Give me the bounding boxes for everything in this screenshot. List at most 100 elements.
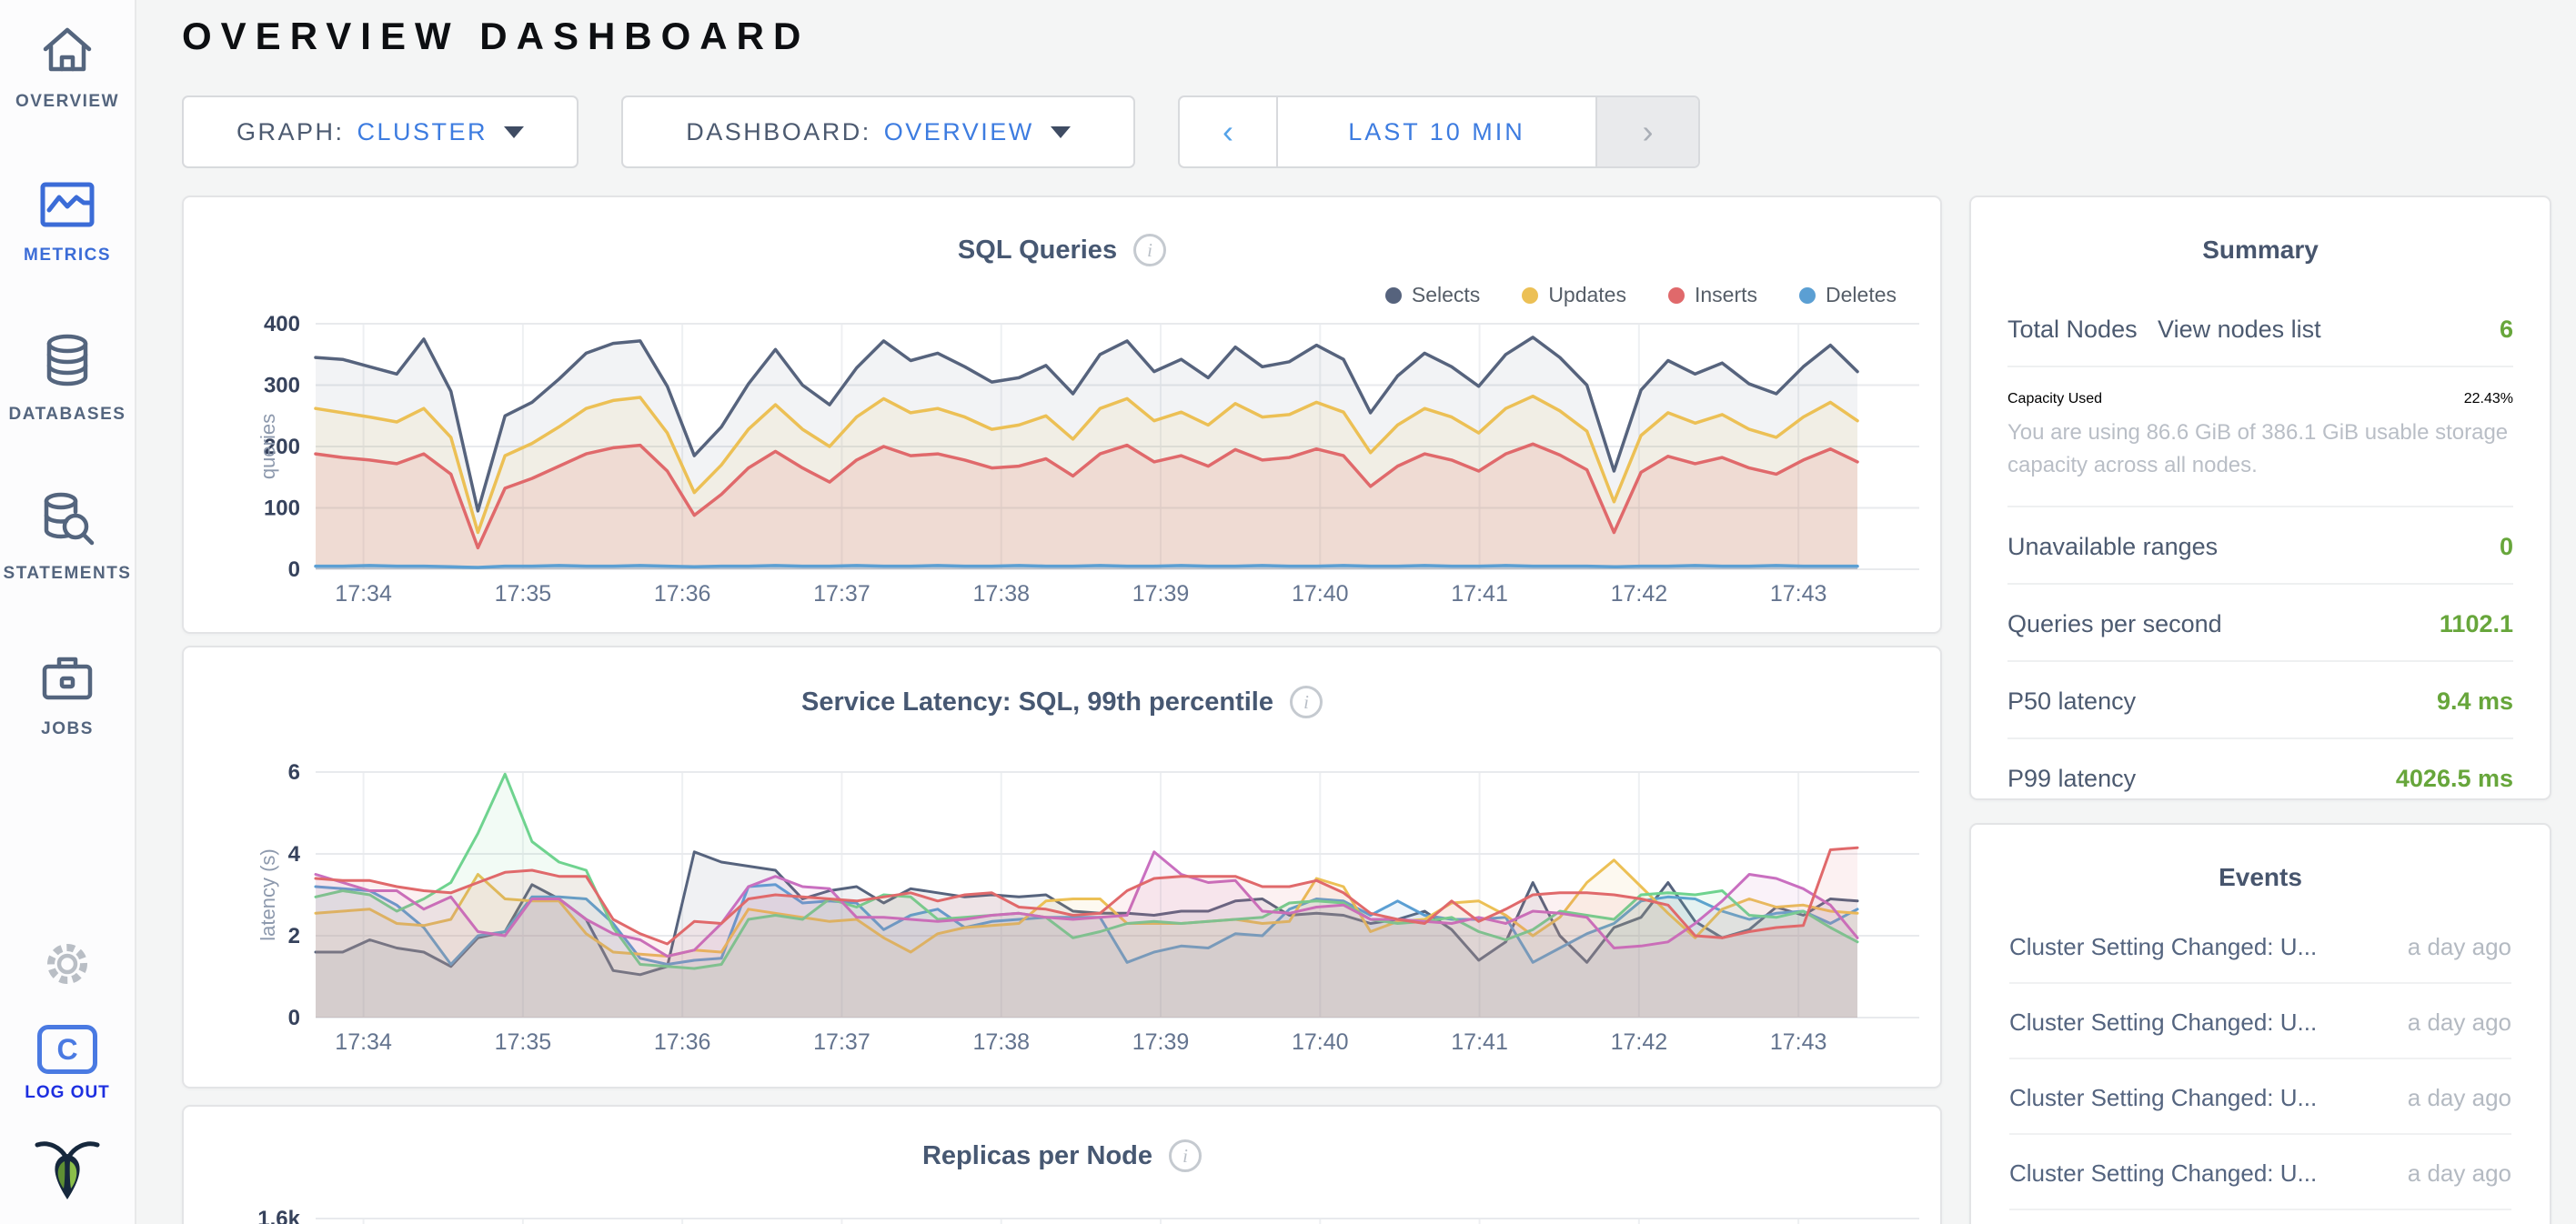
cockroach-logo-icon: [32, 1136, 103, 1208]
service-latency-chart[interactable]: 17:3417:3517:3617:3717:3817:3917:4017:41…: [184, 647, 1944, 1090]
graph-dropdown[interactable]: GRAPH: CLUSTER: [182, 95, 579, 168]
summary-row-total-nodes: Total Nodes View nodes list 6: [2007, 290, 2513, 367]
event-row: Cluster Setting Changed: U... a day ago: [2009, 984, 2511, 1059]
svg-text:17:42: 17:42: [1611, 1029, 1668, 1055]
event-time: a day ago: [2408, 1008, 2511, 1037]
summary-row-p99: P99 latency 4026.5 ms: [2007, 739, 2513, 815]
p99-latency-label: P99 latency: [2007, 765, 2136, 793]
summary-row-p50: P50 latency 9.4 ms: [2007, 662, 2513, 739]
svg-text:2: 2: [288, 924, 300, 948]
sidebar-item-label: JOBS: [41, 719, 94, 739]
svg-text:17:34: 17:34: [335, 1029, 392, 1055]
summary-panel: Summary Total Nodes View nodes list 6 Ca…: [1969, 196, 2551, 800]
time-range-next-button[interactable]: ›: [1595, 97, 1698, 166]
svg-text:17:38: 17:38: [972, 1029, 1030, 1055]
dashboard-dropdown-value: OVERVIEW: [884, 118, 1034, 146]
svg-text:17:34: 17:34: [335, 581, 392, 607]
svg-text:400: 400: [264, 312, 300, 336]
total-nodes-value: 6: [2500, 316, 2513, 344]
summary-row-capacity: Capacity Used 22.43% You are using 86.6 …: [2007, 367, 2513, 507]
summary-row-qps: Queries per second 1102.1: [2007, 585, 2513, 662]
qps-value: 1102.1: [2440, 610, 2513, 638]
replicas-per-node-card: Replicas per Node i 1.6k: [182, 1105, 1942, 1224]
sidebar: OVERVIEW METRICS DATABASES: [0, 0, 136, 1224]
svg-text:17:35: 17:35: [495, 581, 552, 607]
sidebar-item-label: DATABASES: [9, 405, 126, 425]
svg-text:17:43: 17:43: [1770, 1029, 1827, 1055]
metrics-icon: [38, 179, 96, 235]
dashboard-dropdown-label: DASHBOARD:: [686, 118, 871, 146]
svg-text:17:39: 17:39: [1132, 581, 1190, 607]
svg-text:17:38: 17:38: [972, 581, 1030, 607]
svg-text:17:37: 17:37: [813, 581, 870, 607]
logout-label: LOG OUT: [25, 1083, 110, 1103]
chevron-right-icon: ›: [1643, 113, 1654, 151]
sidebar-item-label: OVERVIEW: [15, 92, 119, 112]
svg-text:17:41: 17:41: [1451, 581, 1508, 607]
event-row: Cluster Setting Changed: U... a day ago: [2009, 1210, 2511, 1224]
view-nodes-list-link[interactable]: View nodes list: [2158, 316, 2321, 343]
svg-text:latency (s): latency (s): [257, 848, 279, 940]
event-time: a day ago: [2408, 1159, 2511, 1188]
unavailable-ranges-value: 0: [2500, 533, 2513, 561]
svg-text:17:36: 17:36: [654, 1029, 711, 1055]
unavailable-ranges-label: Unavailable ranges: [2007, 533, 2218, 561]
svg-text:17:41: 17:41: [1451, 1029, 1508, 1055]
svg-text:17:40: 17:40: [1292, 581, 1349, 607]
sidebar-item-label: STATEMENTS: [4, 564, 132, 584]
event-text[interactable]: Cluster Setting Changed: U...: [2009, 1084, 2317, 1112]
logout-button[interactable]: C LOG OUT: [25, 1025, 110, 1103]
svg-text:300: 300: [264, 374, 300, 398]
time-range-label[interactable]: LAST 10 MIN: [1278, 97, 1595, 166]
sidebar-item-overview[interactable]: OVERVIEW: [15, 22, 119, 112]
sidebar-item-jobs[interactable]: JOBS: [38, 651, 96, 739]
svg-text:17:37: 17:37: [813, 1029, 870, 1055]
sql-queries-chart[interactable]: 17:34 17:35 17:36 17:37 17:38 17:39 17:40 17:41…: [184, 197, 1944, 636]
events-title: Events: [1971, 825, 2550, 892]
p50-latency-label: P50 latency: [2007, 687, 2136, 716]
svg-text:6: 6: [288, 760, 300, 785]
svg-text:17:36: 17:36: [654, 581, 711, 607]
page-title: OVERVIEW DASHBOARD: [182, 15, 810, 58]
service-latency-card: Service Latency: SQL, 99th percentile i …: [182, 646, 1942, 1089]
svg-text:17:43: 17:43: [1770, 581, 1827, 607]
capacity-note: You are using 86.6 GiB of 386.1 GiB usab…: [2007, 416, 2513, 482]
svg-text:1.6k: 1.6k: [257, 1207, 300, 1224]
event-time: a day ago: [2408, 933, 2511, 961]
sidebar-item-metrics[interactable]: METRICS: [24, 179, 111, 266]
svg-text:17:35: 17:35: [495, 1029, 552, 1055]
svg-text:queries: queries: [257, 414, 279, 479]
event-text[interactable]: Cluster Setting Changed: U...: [2009, 1159, 2317, 1188]
svg-text:0: 0: [288, 1006, 300, 1030]
svg-text:0: 0: [288, 557, 300, 582]
svg-text:4: 4: [288, 842, 301, 867]
svg-text:17:40: 17:40: [1292, 1029, 1349, 1055]
svg-text:100: 100: [264, 497, 300, 521]
events-panel: Events Cluster Setting Changed: U... a d…: [1969, 823, 2551, 1224]
sql-queries-card: SQL Queries i Selects Updates Inserts De…: [182, 196, 1942, 634]
svg-text:17:42: 17:42: [1611, 581, 1668, 607]
graph-dropdown-label: GRAPH:: [236, 118, 345, 146]
event-time: a day ago: [2408, 1084, 2511, 1112]
sidebar-item-statements[interactable]: STATEMENTS: [4, 492, 132, 584]
sidebar-item-label: METRICS: [24, 246, 111, 266]
databases-icon: [38, 333, 96, 394]
capacity-used-value: 22.43%: [2464, 391, 2513, 407]
replicas-per-node-chart[interactable]: 1.6k: [184, 1107, 1944, 1224]
event-row: Cluster Setting Changed: U... a day ago: [2009, 908, 2511, 984]
cockroach-monogram-icon: C: [37, 1025, 97, 1074]
dashboard-dropdown[interactable]: DASHBOARD: OVERVIEW: [621, 95, 1135, 168]
event-text[interactable]: Cluster Setting Changed: U...: [2009, 933, 2317, 961]
settings-gear-icon[interactable]: [42, 938, 93, 994]
time-range-prev-button[interactable]: ‹: [1180, 97, 1278, 166]
chevron-down-icon: [504, 126, 524, 138]
qps-label: Queries per second: [2007, 610, 2222, 638]
graph-dropdown-value: CLUSTER: [357, 118, 488, 146]
admin-ui-screen: OVERVIEW METRICS DATABASES: [0, 0, 2576, 1224]
event-text[interactable]: Cluster Setting Changed: U...: [2009, 1008, 2317, 1037]
capacity-used-label: Capacity Used: [2007, 391, 2102, 407]
sidebar-item-databases[interactable]: DATABASES: [9, 333, 126, 425]
event-row: Cluster Setting Changed: U... a day ago: [2009, 1059, 2511, 1135]
summary-row-unavailable-ranges: Unavailable ranges 0: [2007, 507, 2513, 585]
statements-icon: [37, 492, 97, 553]
